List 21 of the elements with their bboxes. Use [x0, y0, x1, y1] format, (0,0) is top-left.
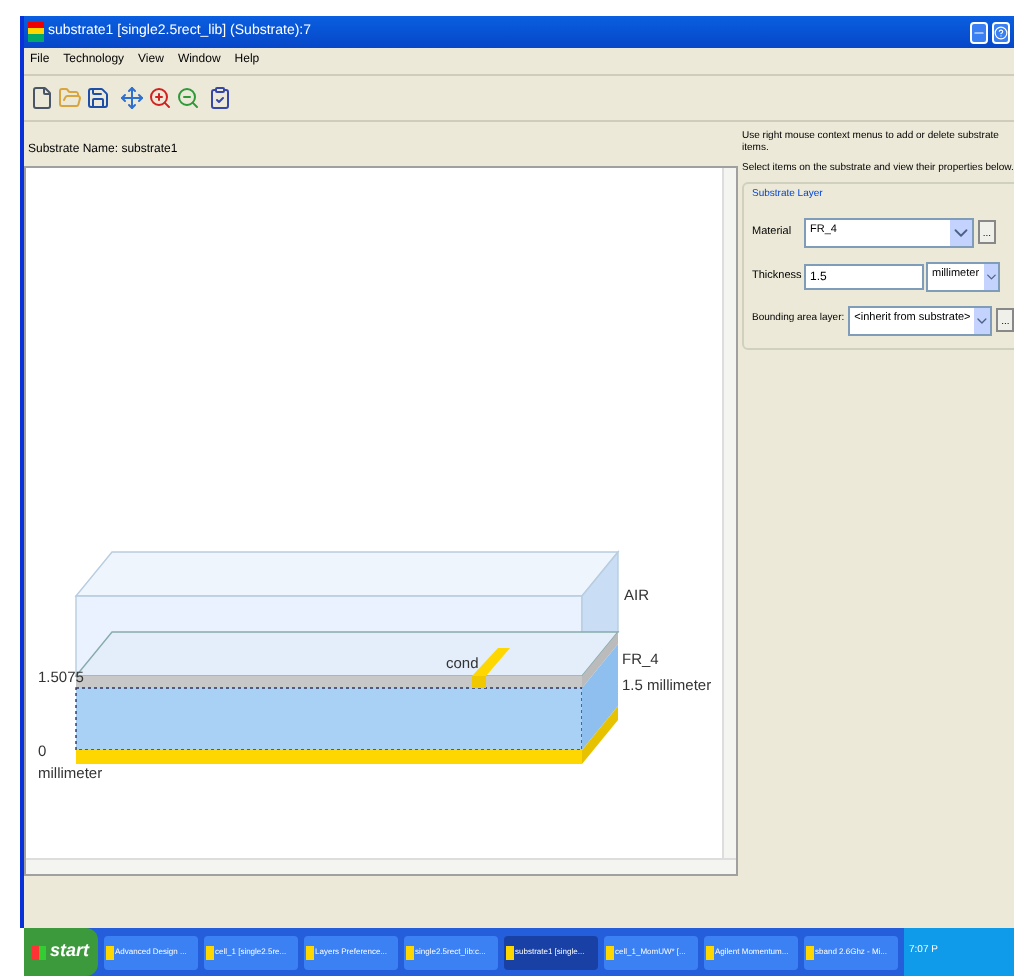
app-icon	[805, 945, 814, 959]
windows-logo-icon	[32, 945, 46, 959]
help-button[interactable]	[992, 21, 1010, 43]
move-icon[interactable]	[120, 82, 144, 114]
app-icon	[705, 945, 714, 959]
app-icon	[205, 945, 214, 959]
zoom-out-icon[interactable]	[176, 82, 200, 114]
horizontal-scrollbar[interactable]	[26, 858, 736, 874]
zoom-in-icon[interactable]	[148, 82, 172, 114]
app-icon	[105, 945, 114, 959]
app-icon	[405, 945, 414, 959]
app-icon	[605, 945, 614, 959]
save-icon[interactable]	[86, 82, 110, 114]
app-icon	[28, 22, 44, 42]
clipboard-check-icon[interactable]	[208, 82, 232, 114]
new-file-icon[interactable]	[30, 82, 54, 114]
start-button[interactable]: start	[24, 928, 98, 976]
app-icon	[505, 945, 514, 959]
minimize-button[interactable]	[970, 21, 988, 43]
vertical-scrollbar[interactable]	[722, 168, 736, 858]
app-icon	[305, 945, 314, 959]
